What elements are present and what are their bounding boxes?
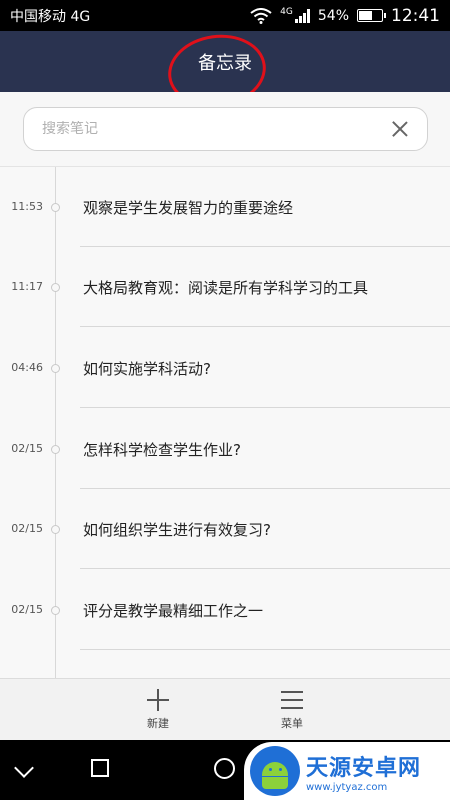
watermark-text: 天源安卓网 www.jytyaz.com (306, 750, 421, 793)
site-watermark: 天源安卓网 www.jytyaz.com (244, 742, 450, 800)
plus-icon (147, 689, 169, 711)
note-time: 02/15 (11, 603, 43, 616)
divider (80, 326, 450, 327)
timeline-dot (51, 364, 60, 373)
note-time: 02/15 (11, 522, 43, 535)
note-title: 如何实施学科活动? (83, 360, 211, 378)
title-bar: 备忘录 (0, 28, 450, 114)
note-list: 11:53 观察是学生发展智力的重要途经 11:17 大格局教育观：阅读是所有学… (0, 167, 450, 678)
watermark-url: www.jytyaz.com (306, 781, 388, 793)
battery-percent: 54% (317, 7, 349, 24)
new-note-label: 新建 (147, 717, 169, 730)
battery-icon (357, 9, 386, 22)
list-item[interactable]: 02/15 评分是教学最精细工作之一 (0, 570, 450, 650)
network-type-label: 4G (280, 6, 293, 17)
menu-icon (281, 689, 303, 711)
search-area (0, 92, 450, 167)
status-bar: 中国移动 4G 4G 54% 12:41 (0, 0, 450, 31)
carrier-label: 中国移动 4G (10, 8, 91, 25)
divider (80, 649, 450, 650)
timeline-dot (51, 203, 60, 212)
note-title: 如何组织学生进行有效复习? (83, 521, 271, 539)
search-input[interactable] (42, 121, 391, 137)
list-item[interactable]: 02/15 如何组织学生进行有效复习? (0, 489, 450, 569)
search-box[interactable] (23, 107, 428, 151)
note-title: 怎样科学检查学生作业? (83, 441, 241, 459)
timeline-dot (51, 606, 60, 615)
note-time: 11:53 (11, 200, 43, 213)
recent-icon[interactable] (214, 758, 235, 779)
back-icon[interactable] (14, 758, 34, 778)
wifi-icon (250, 7, 272, 24)
list-item[interactable]: 11:53 观察是学生发展智力的重要途经 (0, 167, 450, 247)
note-title: 大格局教育观：阅读是所有学科学习的工具 (83, 279, 369, 297)
list-item[interactable]: 02/15 怎样科学检查学生作业? (0, 409, 450, 489)
close-icon[interactable] (391, 120, 409, 138)
timeline-dot (51, 445, 60, 454)
menu-label: 菜单 (281, 717, 303, 730)
timeline-dot (51, 283, 60, 292)
android-logo-icon (250, 746, 300, 796)
bottom-toolbar: 新建 菜单 (0, 678, 450, 740)
status-icons: 4G 54% 12:41 (250, 6, 440, 26)
signal-icon (294, 8, 310, 23)
divider (80, 568, 450, 569)
note-time: 04:46 (11, 361, 43, 374)
watermark-title: 天源安卓网 (306, 755, 422, 781)
note-title: 观察是学生发展智力的重要途经 (83, 199, 294, 217)
note-title: 评分是教学最精细工作之一 (83, 602, 264, 620)
list-item[interactable]: 04:46 如何实施学科活动? (0, 328, 450, 408)
home-icon[interactable] (91, 759, 109, 777)
new-note-button[interactable]: 新建 (118, 685, 198, 739)
timeline-dot (51, 525, 60, 534)
menu-button[interactable]: 菜单 (252, 685, 332, 739)
note-time: 11:17 (11, 280, 43, 293)
note-time: 02/15 (11, 442, 43, 455)
clock: 12:41 (391, 5, 440, 26)
divider (80, 407, 450, 408)
list-item[interactable]: 11:17 大格局教育观：阅读是所有学科学习的工具 (0, 247, 450, 327)
